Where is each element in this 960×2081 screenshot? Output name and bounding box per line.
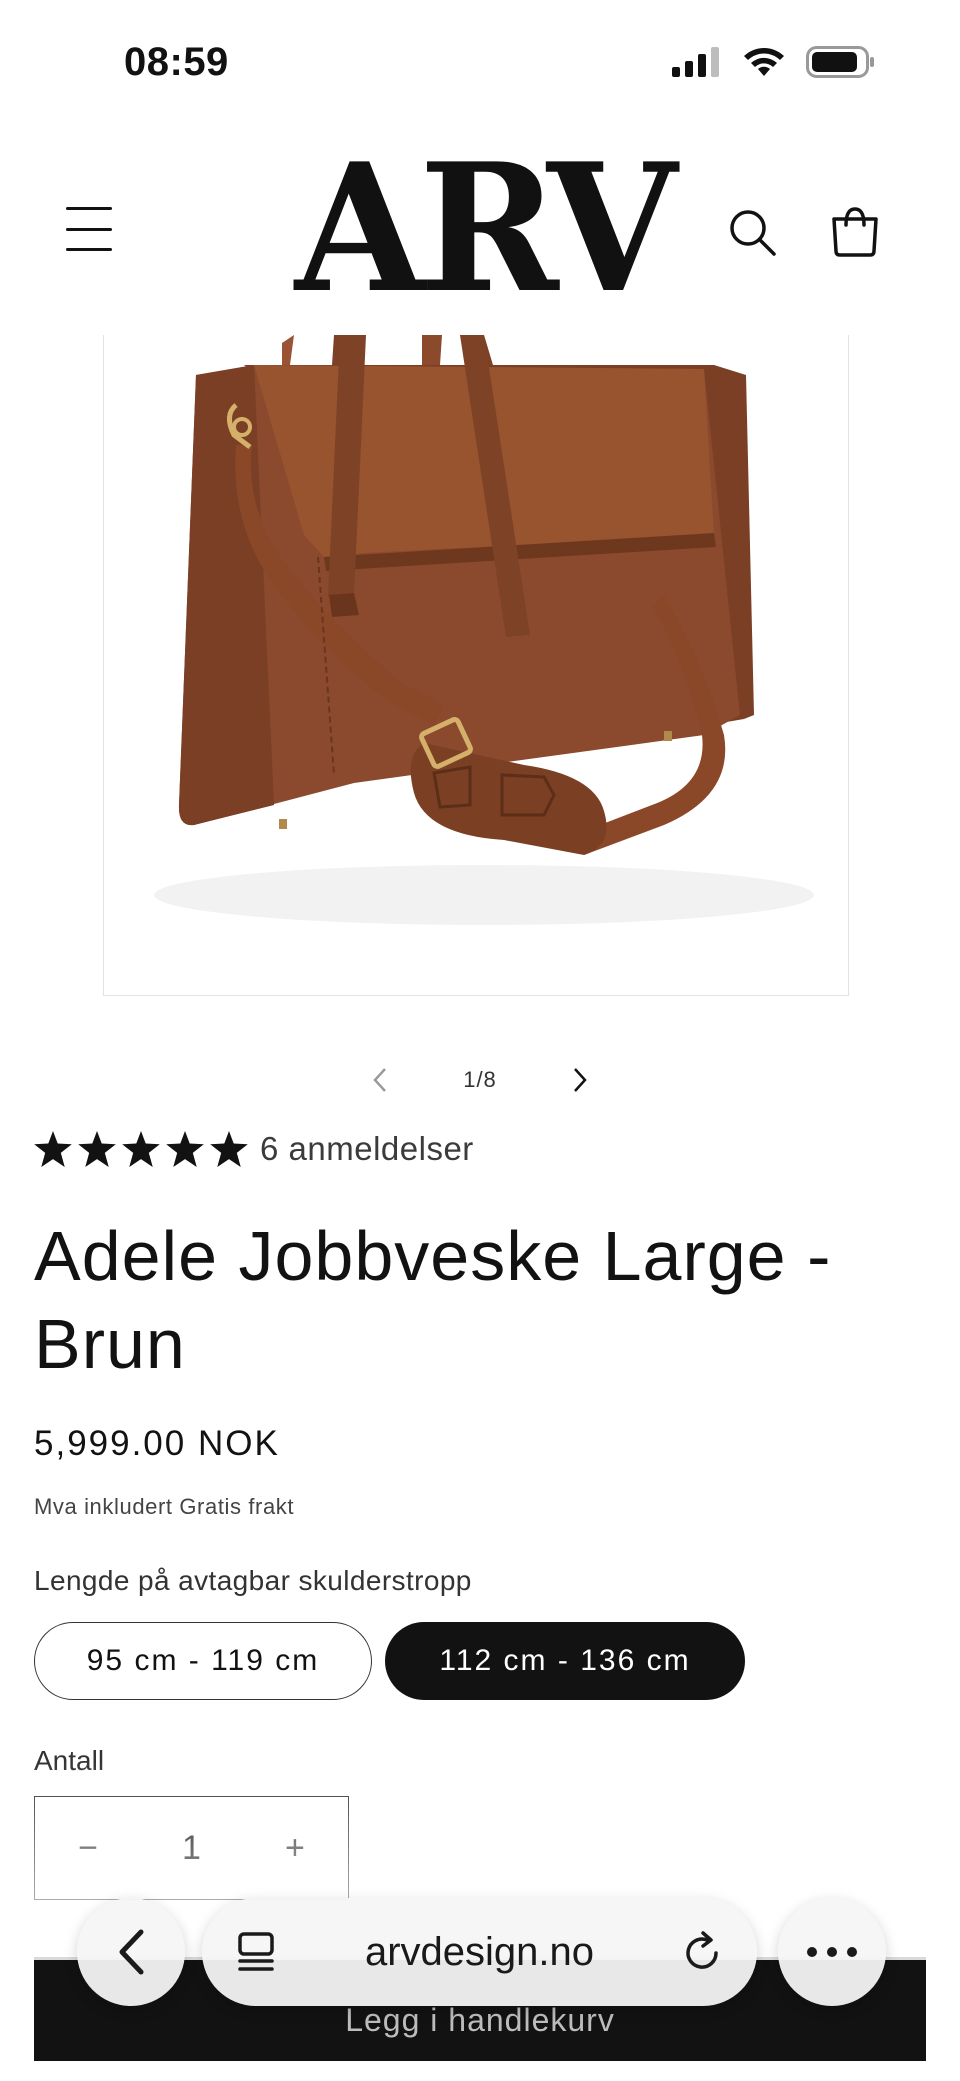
browser-more-button[interactable] — [778, 1898, 886, 2006]
product-rating[interactable]: 6 anmeldelser — [34, 1130, 474, 1168]
address-bar[interactable]: arvdesign.no — [202, 1898, 757, 2006]
menu-hamburger-icon[interactable] — [66, 207, 112, 251]
star-icon — [78, 1131, 116, 1167]
star-icon — [210, 1131, 248, 1167]
cellular-signal-icon — [672, 47, 719, 77]
status-icons — [672, 46, 876, 78]
quantity-input[interactable]: 1 — [182, 1829, 201, 1868]
quantity-decrease-button[interactable]: − — [63, 1829, 113, 1868]
product-image[interactable] — [103, 335, 849, 996]
battery-icon — [806, 46, 874, 78]
chevron-left-icon — [373, 1068, 386, 1092]
wifi-icon — [744, 48, 784, 76]
star-icon — [34, 1131, 72, 1167]
cart-bag-icon[interactable] — [830, 205, 880, 257]
status-time: 08:59 — [124, 40, 229, 84]
browser-back-button[interactable] — [77, 1898, 185, 2006]
variant-option-112-136[interactable]: 112 cm - 136 cm — [385, 1622, 745, 1700]
variant-option-95-119[interactable]: 95 cm - 119 cm — [34, 1622, 372, 1700]
quantity-label: Antall — [34, 1745, 105, 1776]
star-icon — [166, 1131, 204, 1167]
brand-logo[interactable]: ARV — [283, 155, 683, 302]
star-icon — [122, 1131, 160, 1167]
tax-shipping-note: Mva inkludert Gratis frakt — [34, 1494, 295, 1519]
reader-tabs-icon[interactable] — [236, 1931, 276, 1973]
search-icon[interactable] — [728, 208, 778, 258]
more-dots-icon — [807, 1947, 857, 1957]
quantity-stepper: − 1 + — [34, 1796, 349, 1900]
quantity-increase-button[interactable]: + — [270, 1829, 320, 1868]
slider-next-button[interactable] — [560, 1060, 600, 1100]
review-count[interactable]: 6 anmeldelser — [260, 1130, 474, 1168]
image-slider-controls: 1/8 — [360, 1060, 600, 1100]
reload-icon[interactable] — [683, 1931, 723, 1973]
chevron-left-icon — [119, 1929, 144, 1975]
slider-counter: 1/8 — [463, 1067, 497, 1092]
variant-label: Lengde på avtagbar skulderstropp — [34, 1565, 472, 1596]
slider-prev-button[interactable] — [360, 1060, 400, 1100]
url-text[interactable]: arvdesign.no — [276, 1930, 683, 1975]
chevron-right-icon — [574, 1068, 587, 1092]
rating-stars — [34, 1131, 248, 1167]
product-price: 5,999.00 NOK — [34, 1424, 280, 1463]
add-to-cart-label: Legg i handlekurv — [345, 2002, 615, 2038]
product-title: Adele Jobbveske Large - Brun — [34, 1217, 832, 1383]
